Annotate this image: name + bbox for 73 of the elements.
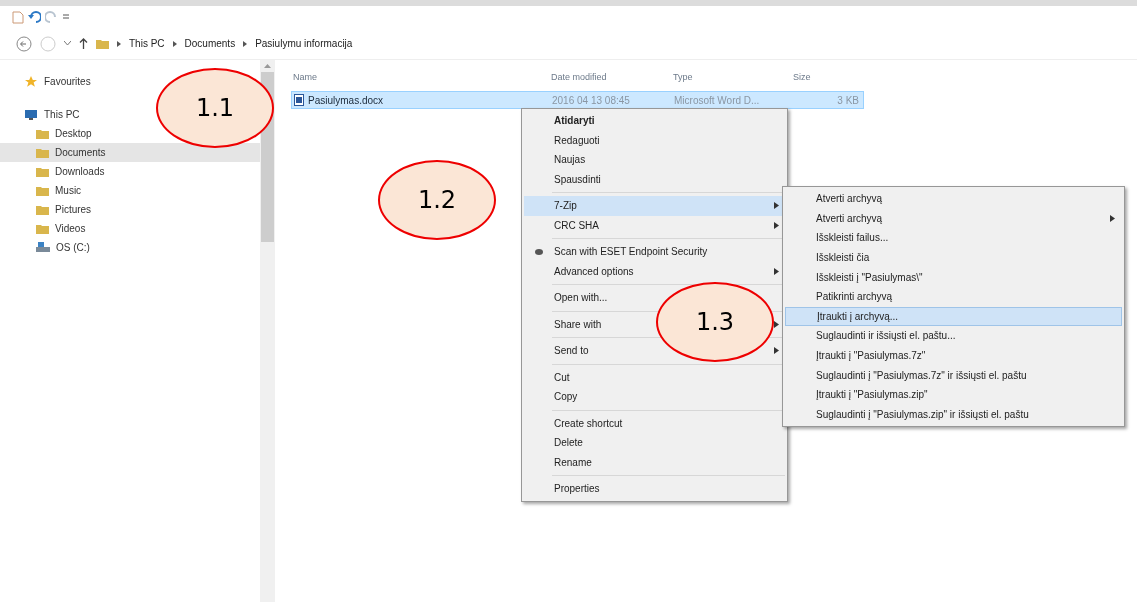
submenu-arrow-icon <box>773 267 779 275</box>
caret-icon[interactable] <box>64 41 71 46</box>
dropdown-icon[interactable] <box>62 13 70 21</box>
submenu-arrow-icon <box>773 320 779 328</box>
menu-item[interactable]: Išskleisti failus... <box>785 228 1122 248</box>
folder-icon <box>36 147 49 158</box>
breadcrumb-item[interactable]: This PC <box>129 36 165 51</box>
folder-icon <box>36 204 49 215</box>
menu-item[interactable]: Redaguoti <box>524 130 785 150</box>
chevron-icon <box>243 40 248 47</box>
menu-item[interactable]: Cut <box>524 367 785 387</box>
folder-icon <box>36 185 49 196</box>
menu-item[interactable]: Spausdinti <box>524 169 785 189</box>
word-document-icon <box>294 94 304 106</box>
menu-item[interactable]: Advanced options <box>524 261 785 281</box>
menu-item[interactable]: Delete <box>524 433 785 453</box>
computer-icon <box>24 108 38 121</box>
nav-item[interactable]: Downloads <box>0 162 260 181</box>
menu-item[interactable]: Išskleisti čia <box>785 247 1122 268</box>
menu-item[interactable]: Suglaudinti ir išsiųsti el. paštu... <box>785 326 1122 346</box>
menu-item[interactable]: Suglaudinti į "Pasiulymas.7z" ir išsiųsti el. paštu <box>785 365 1122 385</box>
menu-item[interactable]: Įtraukti į archyvą... <box>785 306 1122 327</box>
submenu-arrow-icon <box>1109 214 1115 222</box>
file-row[interactable]: Pasiulymas.docx 2016 04 13 08:45 Microsoft Word D... 3 KB <box>291 91 864 109</box>
up-arrow-icon[interactable] <box>79 38 88 49</box>
table-cell-text: 3 KB <box>836 93 860 108</box>
menu-item[interactable]: Įtraukti į "Pasiulymas.zip" <box>785 384 1122 405</box>
menu-item[interactable]: Atverti archyvą <box>785 208 1122 229</box>
column-header[interactable]: Date modified <box>551 71 673 85</box>
submenu-arrow-icon <box>773 202 779 210</box>
menu-item[interactable]: 7-Zip <box>524 196 785 216</box>
column-header[interactable]: Type <box>673 71 793 85</box>
submenu-arrow-icon <box>773 221 779 229</box>
column-header[interactable]: Size <box>793 71 811 85</box>
nav-item[interactable]: Videos <box>0 219 260 238</box>
menu-item[interactable]: Scan with ESET Endpoint Security <box>524 242 785 262</box>
menu-item[interactable]: Rename <box>524 452 785 472</box>
folder-icon <box>96 38 109 49</box>
table-cell-text: Microsoft Word D... <box>674 93 761 108</box>
menu-item[interactable]: Atidaryti <box>524 111 785 131</box>
submenu-arrow-icon <box>773 347 779 355</box>
menu-item[interactable]: Išskleisti į "Pasiulymas\" <box>785 267 1122 287</box>
file-name: Pasiulymas.docx <box>308 93 384 108</box>
menu-item[interactable]: Naujas <box>524 150 785 170</box>
forward-icon[interactable] <box>40 35 56 52</box>
nav-item[interactable]: Music <box>0 181 260 200</box>
folder-icon <box>36 128 49 139</box>
document-icon[interactable] <box>12 10 24 24</box>
drive-icon <box>36 242 50 253</box>
star-icon <box>24 74 38 89</box>
menu-item[interactable]: Suglaudinti į "Pasiulymas.zip" ir išsiųsti el. paštu <box>785 404 1122 425</box>
table-cell-text: 2016 04 13 08:45 <box>552 93 631 108</box>
nav-item[interactable]: Pictures <box>0 200 260 219</box>
column-header[interactable]: Name <box>291 71 551 85</box>
undo-icon[interactable] <box>28 11 41 23</box>
folder-icon <box>36 223 49 234</box>
nav-item[interactable]: OS (C:) <box>0 238 260 257</box>
folder-icon <box>36 166 49 177</box>
nav-item[interactable]: Documents <box>0 143 260 162</box>
breadcrumb-item[interactable]: Documents <box>184 36 236 51</box>
chevron-icon <box>117 40 121 47</box>
menu-item[interactable]: Properties <box>524 479 785 499</box>
scrollbar[interactable] <box>260 60 275 602</box>
redo-icon[interactable] <box>45 11 58 23</box>
back-icon[interactable] <box>16 35 32 52</box>
menu-item[interactable]: CRC SHA <box>524 215 785 235</box>
breadcrumb-item[interactable]: Pasiulymu informacija <box>255 36 353 51</box>
chevron-icon <box>172 40 177 47</box>
menu-item[interactable]: Copy <box>524 387 785 407</box>
menu-item[interactable]: Create shortcut <box>524 413 785 433</box>
menu-item[interactable]: Patikrinti archyvą <box>785 286 1122 307</box>
menu-item[interactable]: Atverti archyvą <box>785 189 1122 209</box>
menu-item[interactable]: Įtraukti į "Pasiulymas.7z" <box>785 345 1122 366</box>
